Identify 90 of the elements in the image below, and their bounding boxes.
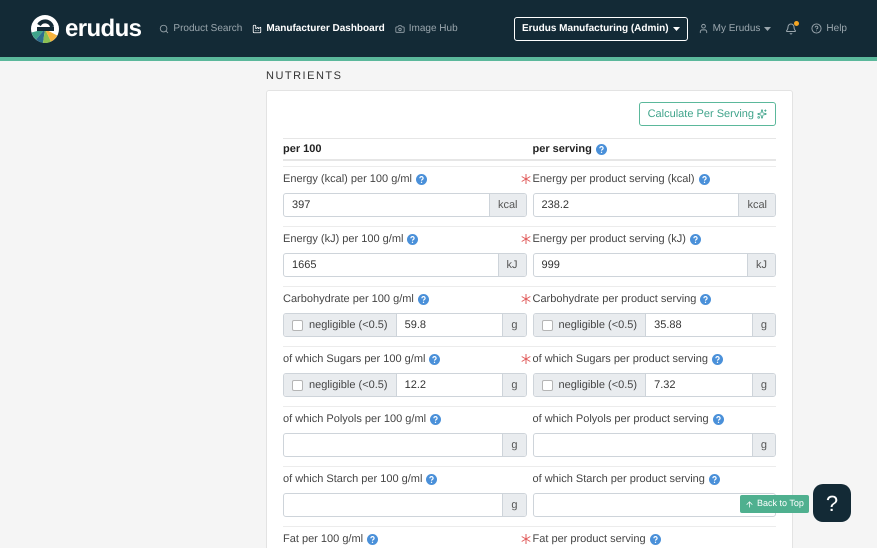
number-field[interactable]: g [283,493,526,517]
nav-link[interactable]: Image Hub [394,21,458,36]
nav-link[interactable]: Manufacturer Dashboard [252,21,385,36]
number-field[interactable]: negligible (<0.5) 35.88 g [532,313,776,337]
negligible-checkbox[interactable] [542,380,552,390]
help-icon[interactable] [407,234,418,244]
unit-label: g [752,434,775,456]
negligible-checkbox[interactable] [542,320,552,330]
number-field[interactable]: g [532,433,776,457]
brand-name[interactable]: erudus [65,16,142,40]
field-label: Carbohydrate per product serving [532,292,696,307]
help-icon[interactable] [650,534,661,544]
negligible-checkbox[interactable] [292,320,303,330]
help-icon[interactable] [367,534,378,544]
field-label: Energy (kcal) per 100 g/ml [283,172,412,187]
field-label: Carbohydrate per 100 g/ml [283,292,414,307]
unit-label: g [502,314,526,336]
caret-icon [764,26,772,30]
field-label: of which Sugars per 100 g/ml [283,352,426,367]
field-label: Energy per product serving (kcal) [532,172,695,187]
unit-label: g [752,314,775,336]
help-icon[interactable] [690,234,701,244]
help-icon[interactable] [712,354,723,364]
field-value: 12.2 [404,378,426,393]
logo-icon[interactable] [31,14,59,42]
help-icon[interactable] [416,174,427,184]
field-label: of which Polyols per product serving [532,412,709,427]
column-heading: per serving [532,142,592,157]
account-dropdown[interactable]: Erudus Manufacturing (Admin) [514,16,688,40]
factory-icon [252,24,262,34]
negligible-label: negligible (<0.5) [309,378,388,393]
number-field[interactable]: negligible (<0.5) 7.32 g [532,373,776,397]
sparkle-icon [757,109,767,119]
unit-label: g [502,434,526,456]
field-label: Energy per product serving (kJ) [532,232,686,247]
number-field[interactable]: 999 kJ [532,253,776,277]
arrow-up-icon [745,500,754,508]
field-label: of which Starch per 100 g/ml [283,472,422,487]
help-icon[interactable] [418,294,429,304]
help-icon[interactable] [708,474,720,484]
field-value: 7.32 [654,378,676,393]
help-icon [811,23,822,34]
field-value: 35.88 [654,318,682,333]
section-title: NUTRIENTS [266,70,344,83]
help-icon[interactable] [430,414,442,424]
field-value: 1665 [292,258,316,273]
number-field[interactable] [532,493,776,517]
column-heading: per 100 [283,142,322,157]
negligible-label: negligible (<0.5) [558,318,638,333]
negligible-label: negligible (<0.5) [309,318,388,333]
number-field[interactable]: 1665 kJ [283,253,526,277]
field-value: 397 [292,198,310,213]
negligible-label: negligible (<0.5) [558,378,638,393]
number-field[interactable]: 238.2 kcal [532,193,776,217]
help-link[interactable]: Help [811,21,847,36]
user-icon [698,23,709,34]
field-label: Fat per product serving [532,532,646,547]
help-icon[interactable] [700,294,712,304]
unit-label: g [752,374,775,396]
unit-label: g [502,374,526,396]
number-field[interactable]: 397 kcal [283,193,526,217]
help-icon[interactable] [712,414,724,424]
caret-icon [672,26,680,30]
field-label: Fat per 100 g/ml [283,532,364,547]
unit-label: g [502,494,526,516]
help-icon[interactable] [698,174,710,184]
field-label: of which Starch per product serving [532,472,705,487]
unit-label: kJ [747,254,775,276]
camera-icon [394,24,405,34]
number-field[interactable]: negligible (<0.5) 12.2 g [283,373,526,397]
help-icon[interactable] [426,474,438,484]
field-value: 59.8 [404,318,426,333]
help-chat-button[interactable]: ? [813,484,851,522]
nav-link[interactable]: Product Search [159,21,242,36]
user-menu[interactable]: My Erudus [698,21,772,36]
unit-label: kcal [488,194,526,216]
unit-label: kJ [498,254,526,276]
field-value: 999 [542,258,560,273]
field-label: of which Sugars per product serving [532,352,708,367]
number-field[interactable]: negligible (<0.5) 59.8 g [283,313,526,337]
field-label: of which Polyols per 100 g/ml [283,412,426,427]
search-icon [159,24,170,34]
field-value: 238.2 [542,198,570,213]
help-icon[interactable] [596,144,607,154]
notification-bell-icon[interactable] [785,22,798,34]
negligible-checkbox[interactable] [292,380,303,390]
help-icon[interactable] [429,354,440,364]
number-field[interactable]: g [283,433,526,457]
unit-label: kcal [738,194,775,216]
field-label: Energy (kJ) per 100 g/ml [283,232,404,247]
